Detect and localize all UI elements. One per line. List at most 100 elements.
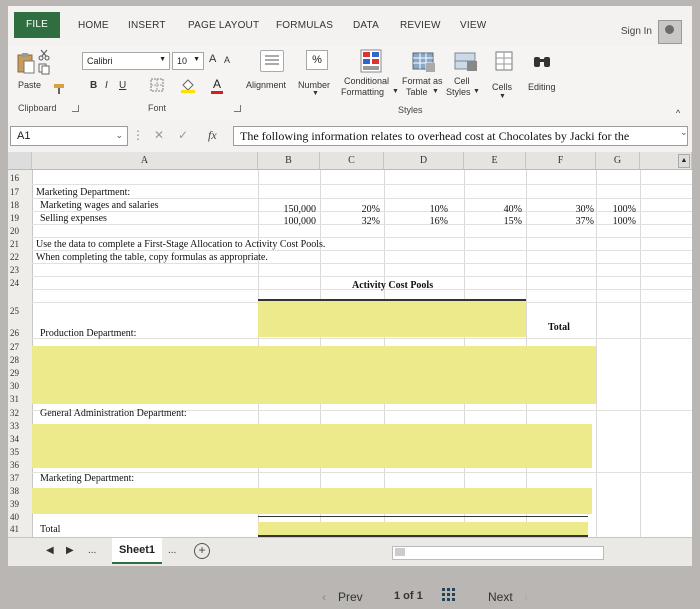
sign-in-link[interactable]: Sign In xyxy=(621,26,652,37)
conditional-formatting-icon[interactable] xyxy=(360,49,382,73)
more-options-icon[interactable]: ⋮ xyxy=(132,128,144,142)
add-sheet-icon[interactable]: + xyxy=(194,543,210,559)
cell-f19[interactable]: 37% xyxy=(526,216,594,227)
horizontal-scrollbar[interactable] xyxy=(392,546,604,560)
cell-d18[interactable]: 10% xyxy=(384,204,448,215)
italic-button[interactable]: I xyxy=(105,80,108,91)
row-number[interactable]: 41 xyxy=(8,524,32,534)
row-number[interactable]: 38 xyxy=(8,486,32,496)
column-header-f[interactable]: F xyxy=(526,152,596,170)
cell-e18[interactable]: 40% xyxy=(464,204,522,215)
user-avatar-icon[interactable] xyxy=(658,20,682,44)
row-number[interactable]: 21 xyxy=(8,239,32,249)
cut-icon[interactable] xyxy=(38,48,50,61)
column-header-a[interactable]: A xyxy=(32,152,258,170)
row-number[interactable]: 39 xyxy=(8,499,32,509)
cell-e19[interactable]: 15% xyxy=(464,216,522,227)
font-color-button[interactable]: A xyxy=(213,77,221,91)
row-number[interactable]: 27 xyxy=(8,342,32,352)
more-sheets-left-button[interactable]: ... xyxy=(88,545,96,556)
fill-color-icon[interactable] xyxy=(180,77,196,93)
font-size-select[interactable]: 10 ▼ xyxy=(172,52,204,70)
row-number[interactable]: 20 xyxy=(8,226,32,236)
row-number[interactable]: 33 xyxy=(8,421,32,431)
conditional-formatting-button[interactable]: Conditional xyxy=(344,76,389,86)
cell-a17[interactable]: Marketing Department: xyxy=(36,187,130,198)
cell-styles-button[interactable]: Cell xyxy=(454,76,470,86)
grid-view-icon[interactable] xyxy=(442,588,456,602)
row-number[interactable]: 23 xyxy=(8,265,32,275)
name-box[interactable]: A1 ⌄ xyxy=(10,126,128,146)
scroll-up-icon[interactable]: ▲ xyxy=(678,154,690,168)
cell-a19[interactable]: Selling expenses xyxy=(40,213,107,224)
general-admin-department-input[interactable] xyxy=(32,424,592,468)
cells-button[interactable]: Cells xyxy=(492,82,512,92)
tab-formulas[interactable]: FORMULAS xyxy=(276,20,333,31)
expand-formula-bar-icon[interactable]: ⌄ xyxy=(680,127,688,138)
row-number[interactable]: 37 xyxy=(8,473,32,483)
formula-input[interactable]: The following information relates to ove… xyxy=(233,126,688,146)
row-number[interactable]: 35 xyxy=(8,447,32,457)
alignment-icon[interactable] xyxy=(260,50,284,72)
cell-f18[interactable]: 30% xyxy=(526,204,594,215)
column-header-e[interactable]: E xyxy=(464,152,526,170)
enter-icon[interactable]: ✓ xyxy=(178,128,188,142)
row-number[interactable]: 30 xyxy=(8,381,32,391)
row-number[interactable]: 24 xyxy=(8,278,32,288)
editing-button[interactable]: Editing xyxy=(528,82,556,92)
collapse-ribbon-icon[interactable]: ^ xyxy=(676,108,680,118)
worksheet-grid[interactable]: A B C D E F G 16 17 18 19 20 21 22 23 24… xyxy=(8,152,692,537)
production-department-input[interactable] xyxy=(32,346,596,404)
editing-binoculars-icon[interactable] xyxy=(532,52,552,70)
cell-styles-icon[interactable] xyxy=(454,49,478,73)
paste-button[interactable]: Paste xyxy=(18,80,41,90)
row-number[interactable]: 34 xyxy=(8,434,32,444)
cell-a32[interactable]: General Administration Department: xyxy=(40,408,187,419)
column-header-c[interactable]: C xyxy=(320,152,384,170)
row-number[interactable]: 40 xyxy=(8,512,32,522)
row-number[interactable]: 32 xyxy=(8,408,32,418)
marketing-department-input[interactable] xyxy=(32,488,592,514)
cell-c19[interactable]: 32% xyxy=(320,216,380,227)
format-as-table-button[interactable]: Format as xyxy=(402,76,443,86)
tab-review[interactable]: REVIEW xyxy=(400,20,441,31)
row-number[interactable]: 36 xyxy=(8,460,32,470)
total-input[interactable] xyxy=(258,522,588,536)
cell-c24[interactable]: Activity Cost Pools xyxy=(352,280,433,291)
shrink-font-button[interactable]: A xyxy=(224,55,230,65)
cell-f25[interactable]: Total xyxy=(548,322,570,333)
row-number[interactable]: 31 xyxy=(8,394,32,404)
row-number[interactable]: 28 xyxy=(8,355,32,365)
number-button[interactable]: Number xyxy=(298,80,330,90)
column-header-g[interactable]: G xyxy=(596,152,640,170)
cell-a21[interactable]: Use the data to complete a First-Stage A… xyxy=(36,239,325,250)
row-number[interactable]: 19 xyxy=(8,213,32,223)
row-number[interactable]: 18 xyxy=(8,200,32,210)
row-number[interactable]: 22 xyxy=(8,252,32,262)
cell-d19[interactable]: 16% xyxy=(384,216,448,227)
cell-b19[interactable]: 100,000 xyxy=(258,216,317,227)
scroll-left-icon[interactable] xyxy=(395,548,405,556)
font-launcher-icon[interactable] xyxy=(234,105,241,112)
row-number[interactable]: 16 xyxy=(8,173,32,183)
next-arrow-icon[interactable]: › xyxy=(524,590,528,604)
bold-button[interactable]: B xyxy=(90,80,97,91)
tab-view[interactable]: VIEW xyxy=(460,20,486,31)
copy-icon[interactable] xyxy=(38,62,50,75)
cancel-icon[interactable]: ✕ xyxy=(154,128,164,142)
cell-a22[interactable]: When completing the table, copy formulas… xyxy=(36,252,268,263)
cell-a41[interactable]: Total xyxy=(40,524,60,535)
cell-a26[interactable]: Production Department: xyxy=(40,328,136,339)
paste-icon[interactable] xyxy=(16,52,36,74)
tab-data[interactable]: DATA xyxy=(353,20,379,31)
tab-insert[interactable]: INSERT xyxy=(128,20,166,31)
column-header-b[interactable]: B xyxy=(258,152,320,170)
tab-home[interactable]: HOME xyxy=(78,20,109,31)
number-format-button[interactable]: % xyxy=(306,50,328,70)
cells-icon[interactable] xyxy=(494,50,514,72)
select-all-corner[interactable] xyxy=(8,152,32,170)
cell-g19[interactable]: 100% xyxy=(596,216,636,227)
next-button[interactable]: Next xyxy=(488,590,513,604)
more-sheets-right-button[interactable]: ... xyxy=(168,545,176,556)
prev-arrow-icon[interactable]: ‹ xyxy=(322,590,326,604)
